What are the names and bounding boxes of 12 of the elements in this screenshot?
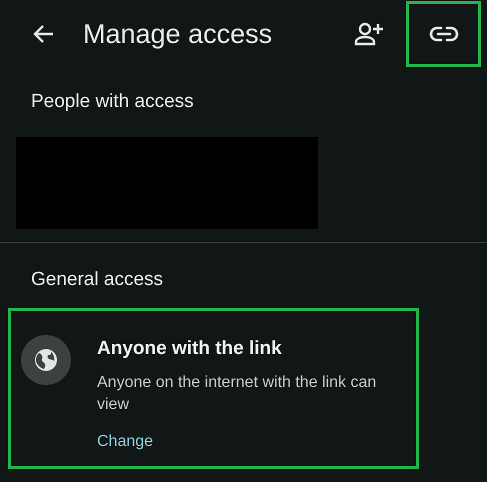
back-icon[interactable] (32, 24, 54, 44)
section-heading: General access (30, 268, 164, 292)
link-button[interactable] (406, 1, 481, 67)
access-option[interactable]: Anyone with the link Anyone on the internet with the link can view Change (8, 308, 419, 468)
link-icon (428, 25, 458, 43)
screen-title: Manage access (83, 18, 272, 51)
change-link[interactable]: Change (97, 430, 154, 454)
option-title: Anyone with the link (97, 337, 283, 361)
globe-icon (21, 335, 71, 385)
option-description: Anyone on the internet with the link can view (97, 372, 378, 414)
section-heading: People with access (30, 90, 195, 114)
add-person-icon (354, 21, 384, 47)
